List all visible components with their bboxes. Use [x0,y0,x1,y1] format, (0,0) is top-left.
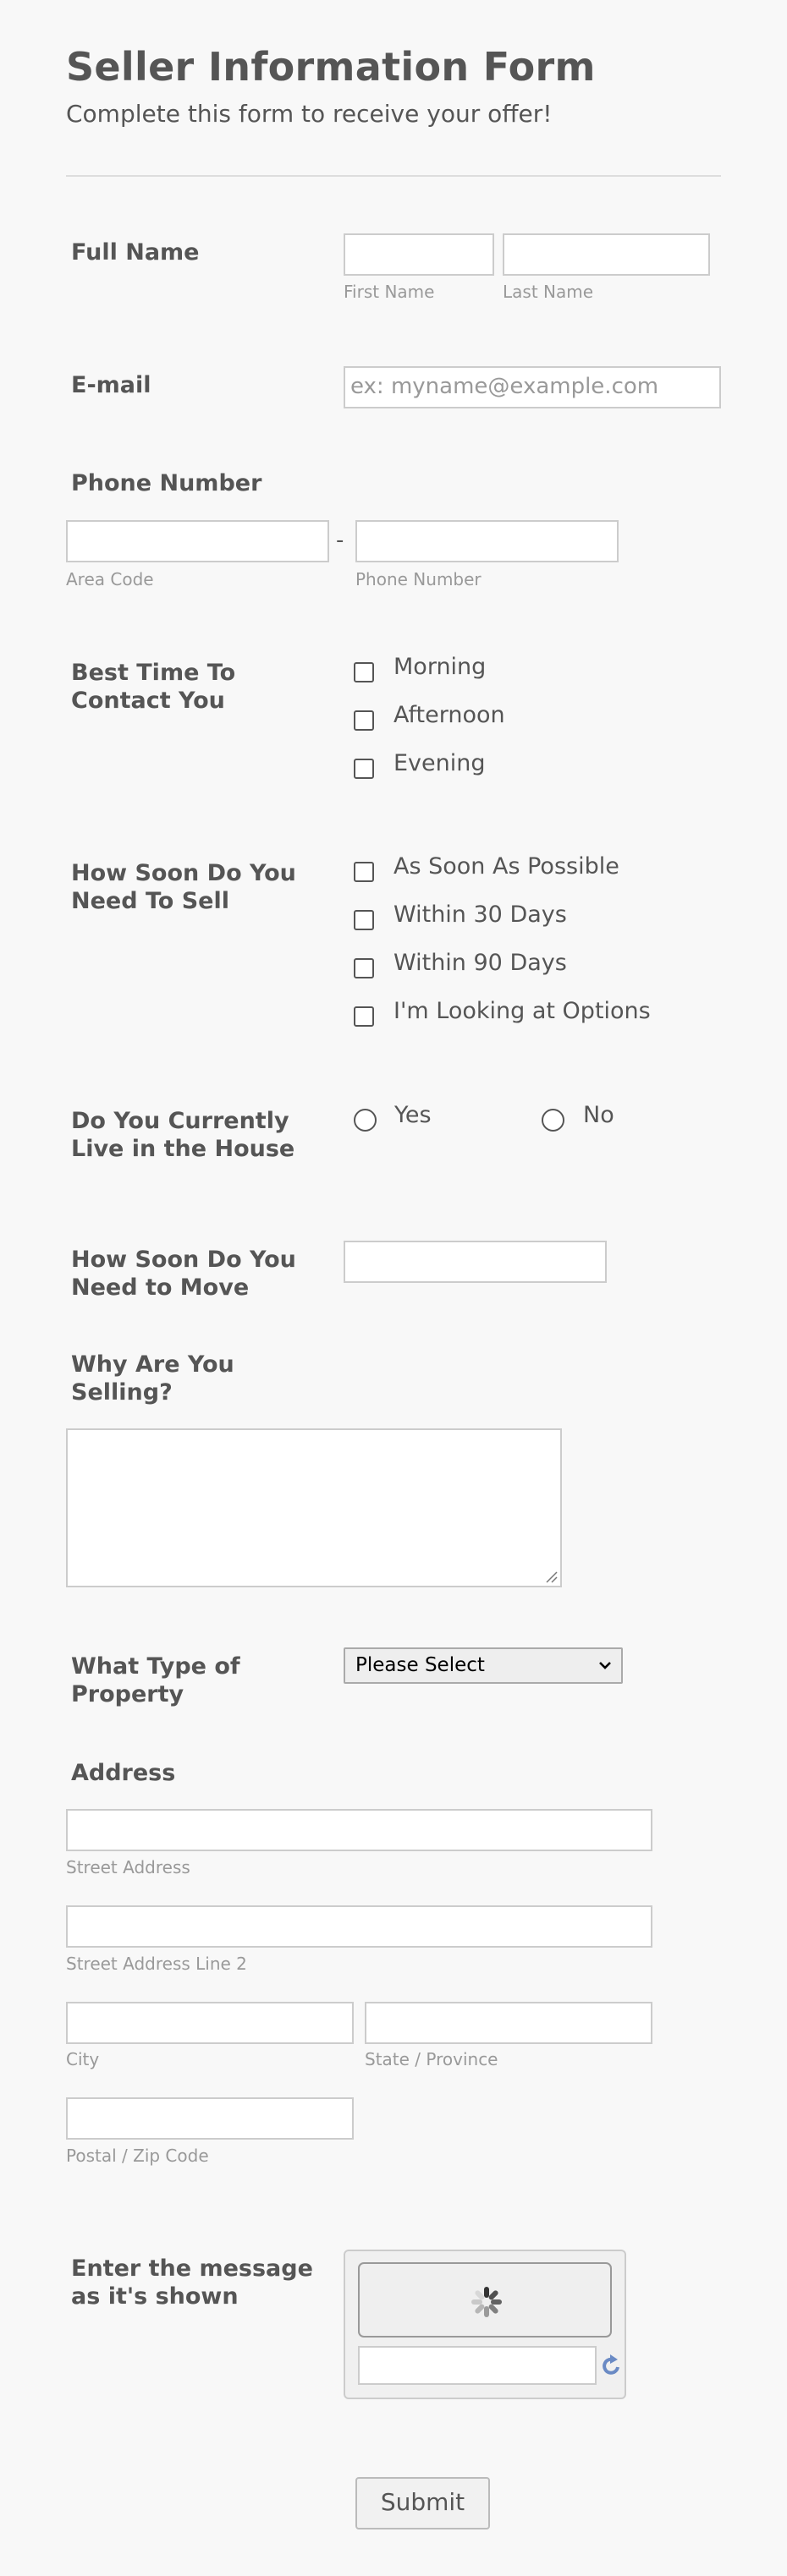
phone-number-sublabel: Phone Number [355,569,482,589]
checkbox-30-days[interactable] [354,910,374,930]
postal-code-input[interactable] [66,2097,354,2140]
street-address-2-input[interactable] [66,1905,652,1948]
checkbox-90-days[interactable] [354,958,374,978]
state-input[interactable] [365,2002,652,2044]
full-name-label: Full Name [71,239,200,266]
radio-yes[interactable] [354,1109,377,1132]
phone-separator: - [336,528,344,553]
area-code-input[interactable] [66,520,329,562]
option-asap-label: As Soon As Possible [394,853,619,880]
loading-spinner-icon [471,2287,502,2317]
first-name-sublabel: First Name [344,282,435,302]
sell-timeline-label: How Soon Do You Need To Sell [71,860,296,914]
form-title: Seller Information Form [66,44,596,90]
option-looking-label: I'm Looking at Options [394,998,651,1024]
chevron-down-icon [599,1662,611,1669]
move-timeline-input[interactable] [344,1241,607,1283]
property-type-select[interactable]: Please Select [344,1647,623,1684]
first-name-input[interactable] [344,233,494,276]
option-30-days-label: Within 30 Days [394,902,567,928]
area-code-sublabel: Area Code [66,569,154,589]
option-90-days-label: Within 90 Days [394,950,567,976]
street-address-sublabel: Street Address [66,1857,190,1877]
option-morning-label: Morning [394,654,487,680]
city-sublabel: City [66,2049,100,2069]
header-divider [66,175,721,177]
state-sublabel: State / Province [365,2049,498,2069]
captcha-panel [344,2250,626,2399]
checkbox-morning[interactable] [354,662,374,682]
street-address-input[interactable] [66,1809,652,1851]
checkbox-asap[interactable] [354,862,374,882]
postal-code-sublabel: Postal / Zip Code [66,2146,209,2166]
street-address-2-sublabel: Street Address Line 2 [66,1954,247,1974]
city-input[interactable] [66,2002,354,2044]
captcha-image [358,2262,612,2338]
email-input[interactable]: ex: myname@example.com [344,366,721,408]
refresh-icon[interactable] [601,2352,623,2377]
radio-no[interactable] [542,1109,564,1132]
live-in-house-label: Do You Currently Live in the House [71,1108,295,1162]
checkbox-evening[interactable] [354,759,374,779]
checkbox-looking[interactable] [354,1006,374,1027]
option-evening-label: Evening [394,750,486,776]
submit-button[interactable]: Submit [355,2477,490,2529]
reason-textarea[interactable] [66,1428,562,1587]
option-afternoon-label: Afternoon [394,702,505,728]
last-name-input[interactable] [503,233,710,276]
captcha-label: Enter the message as it's shown [71,2255,313,2310]
phone-label: Phone Number [71,470,262,496]
email-label: E-mail [71,372,151,398]
form-subtitle: Complete this form to receive your offer… [66,100,553,128]
phone-number-input[interactable] [355,520,619,562]
move-timeline-label: How Soon Do You Need to Move [71,1247,296,1301]
resize-grip-icon[interactable] [544,1570,558,1583]
reason-label: Why Are You Selling? [71,1351,234,1406]
last-name-sublabel: Last Name [503,282,594,302]
option-yes-label: Yes [394,1102,432,1128]
captcha-input[interactable] [358,2346,597,2385]
option-no-label: No [583,1102,614,1128]
contact-time-label: Best Time To Contact You [71,660,236,714]
checkbox-afternoon[interactable] [354,710,374,731]
address-label: Address [71,1760,176,1786]
property-type-label: What Type of Property [71,1653,240,1707]
property-type-selected: Please Select [355,1654,485,1676]
